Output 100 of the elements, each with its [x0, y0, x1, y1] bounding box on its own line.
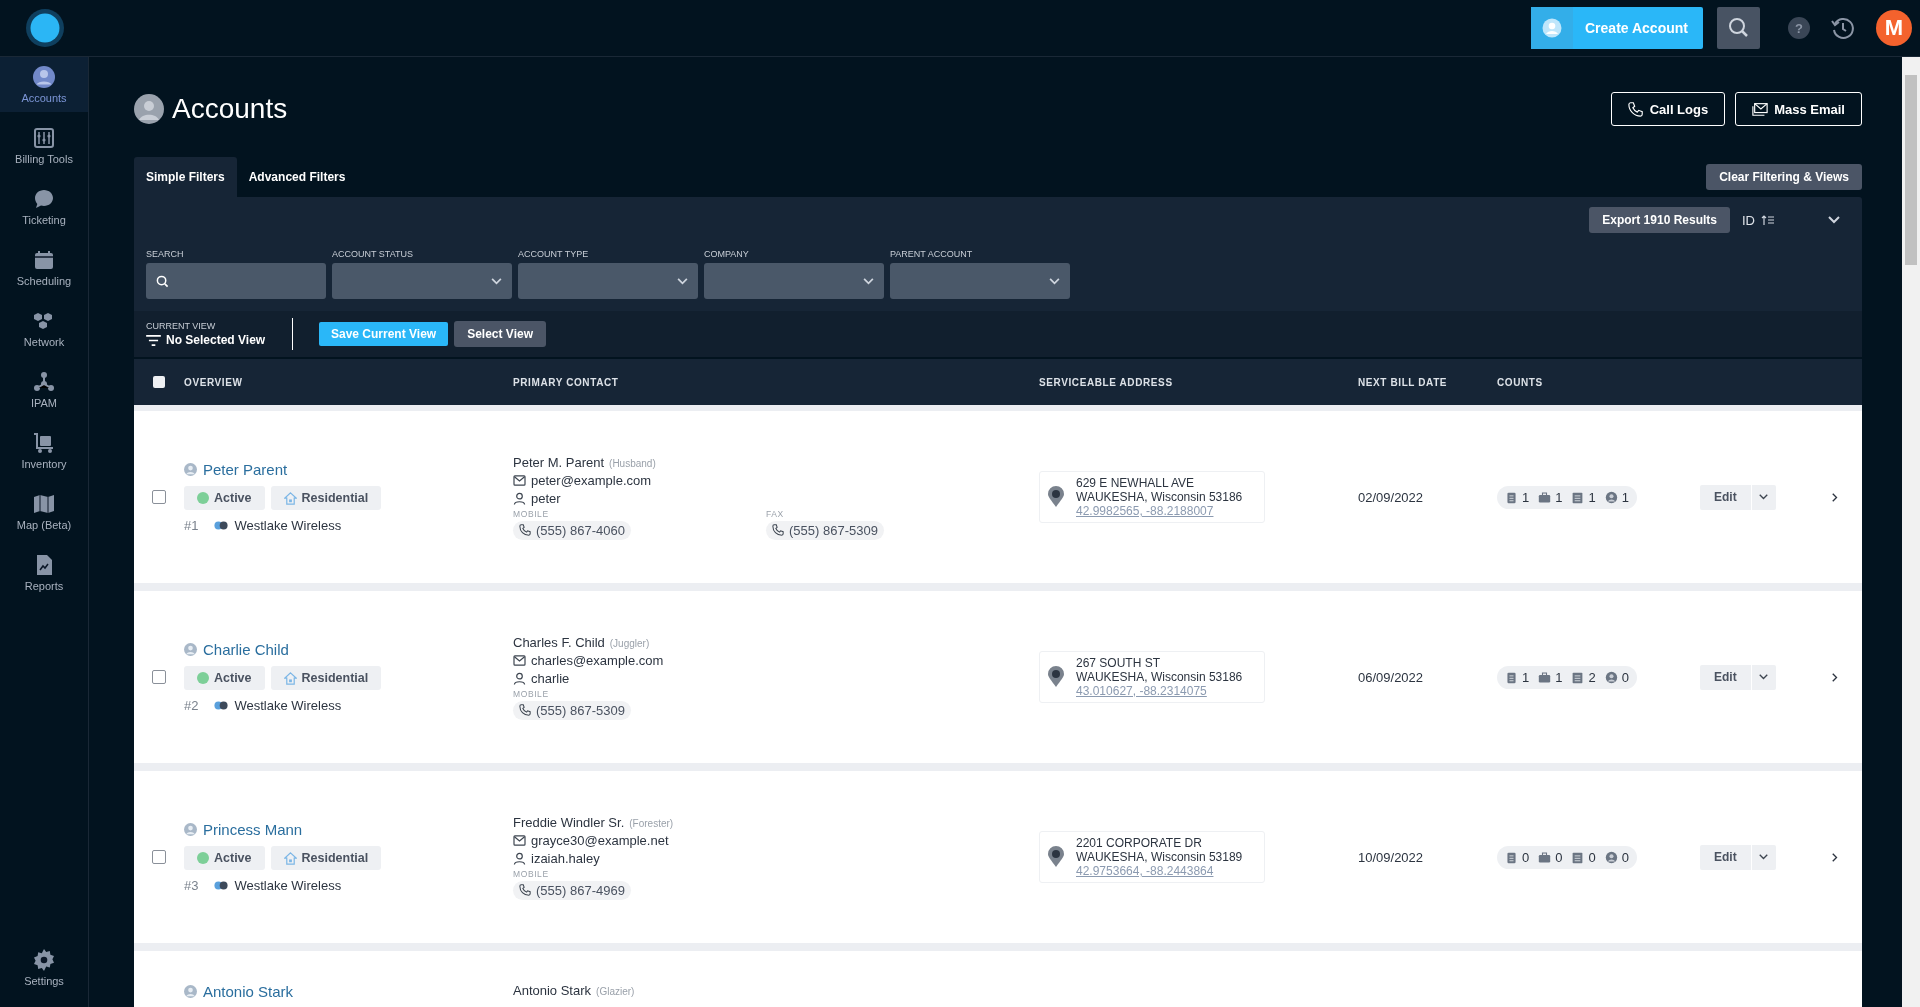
- phone-number[interactable]: (555) 867-4060: [513, 520, 631, 540]
- filter-tab[interactable]: Advanced Filters: [236, 157, 358, 197]
- sidebar-item[interactable]: Map (Beta): [0, 484, 88, 539]
- chevron-down-icon: [1759, 854, 1769, 860]
- contact-name: Freddie Windler Sr.: [513, 814, 625, 830]
- phone-number[interactable]: (555) 867-5309: [766, 520, 884, 540]
- map-pin-icon: [1048, 846, 1064, 868]
- count-value: 0: [1588, 849, 1596, 865]
- search-button[interactable]: [1717, 7, 1760, 49]
- contact-email: grayce30@example.net: [531, 832, 669, 848]
- company-icon: [214, 881, 229, 890]
- address-line: 629 E NEWHALL AVE: [1076, 476, 1196, 490]
- dropdown-field[interactable]: [518, 263, 698, 299]
- field-label: ACCOUNT STATUS: [332, 249, 414, 259]
- sidebar-item[interactable]: Accounts: [0, 57, 88, 112]
- account-name-link[interactable]: Charlie Child: [203, 641, 289, 658]
- count-value: 0: [1621, 849, 1629, 865]
- dropdown-field[interactable]: [332, 263, 512, 299]
- count-value: 0: [1555, 849, 1563, 865]
- phone-number[interactable]: (555) 867-5309: [513, 700, 631, 720]
- sidebar-item[interactable]: Network: [0, 301, 88, 356]
- envelope-icon: [513, 654, 526, 666]
- address-line: 267 SOUTH ST: [1076, 656, 1162, 670]
- company-icon: [214, 701, 229, 710]
- sidebar-item-icon: [32, 65, 56, 89]
- contact-name: Charles F. Child: [513, 634, 605, 650]
- dropdown-field[interactable]: [890, 263, 1070, 299]
- select-view-button[interactable]: Select View: [454, 321, 546, 347]
- phone-label: MOBILE: [513, 688, 549, 699]
- edit-button[interactable]: Edit: [1700, 844, 1751, 870]
- count-value: 1: [1522, 669, 1530, 685]
- chevron-right-icon[interactable]: [1832, 672, 1838, 682]
- sidebar-item[interactable]: IPAM: [0, 362, 88, 417]
- user-icon: [513, 671, 526, 685]
- chevron-down-icon: [1759, 674, 1769, 680]
- count-icon: [1604, 850, 1618, 864]
- count-icon: [1505, 670, 1518, 684]
- next-bill-date: 02/09/2022: [1358, 489, 1424, 505]
- sidebar-item[interactable]: Scheduling: [0, 240, 88, 295]
- phone-number[interactable]: (555) 867-4969: [513, 880, 631, 900]
- count-icon: [1505, 850, 1518, 864]
- envelope-icon: [513, 474, 526, 486]
- count-value: 1: [1555, 669, 1563, 685]
- sidebar-item[interactable]: Ticketing: [0, 179, 88, 234]
- house-icon: [283, 671, 297, 685]
- sidebar-item[interactable]: Billing Tools: [0, 118, 88, 173]
- clear-filtering-button[interactable]: Clear Filtering & Views: [1706, 164, 1862, 190]
- edit-menu-button[interactable]: [1750, 664, 1776, 690]
- contact-role: (Husband): [609, 457, 656, 469]
- mass-email-button[interactable]: Mass Email: [1735, 92, 1862, 126]
- count-icon: [1604, 490, 1618, 504]
- sidebar-item[interactable]: Reports: [0, 545, 88, 600]
- row-checkbox[interactable]: [152, 850, 166, 864]
- logo-icon[interactable]: [25, 8, 65, 48]
- edit-menu-button[interactable]: [1750, 844, 1776, 870]
- edit-button[interactable]: Edit: [1700, 484, 1751, 510]
- status-tag: Active: [184, 666, 265, 690]
- next-bill-date: 06/09/2022: [1358, 669, 1424, 685]
- scrollbar[interactable]: [1902, 57, 1920, 1007]
- select-all-checkbox[interactable]: [153, 376, 165, 388]
- account-number: #3: [184, 878, 199, 893]
- status-dot-icon: [197, 852, 209, 864]
- field-label: PARENT ACCOUNT: [890, 249, 974, 259]
- type-tag: Residential: [270, 486, 382, 510]
- history-icon[interactable]: [1830, 15, 1856, 41]
- settings-item[interactable]: Settings: [0, 940, 88, 995]
- filter-tab[interactable]: Simple Filters: [134, 157, 237, 197]
- sidebar-item[interactable]: Inventory: [0, 423, 88, 478]
- sort-dropdown[interactable]: ID: [1742, 212, 1850, 228]
- phone-label: MOBILE: [513, 508, 549, 519]
- row-checkbox[interactable]: [152, 670, 166, 684]
- search-field[interactable]: [146, 263, 326, 299]
- field-label: COMPANY: [704, 249, 750, 259]
- user-icon: [1542, 18, 1562, 38]
- export-button[interactable]: Export 1910 Results: [1589, 207, 1730, 233]
- chevron-right-icon[interactable]: [1832, 492, 1838, 502]
- sort-icon: [1761, 214, 1775, 226]
- contact-email: peter@example.com: [531, 472, 652, 488]
- address-line: WAUKESHA, Wisconsin 53189: [1076, 850, 1243, 864]
- account-name-link[interactable]: Peter Parent: [203, 461, 288, 478]
- call-logs-button[interactable]: Call Logs: [1610, 92, 1726, 126]
- envelope-icon: [513, 834, 526, 846]
- account-name-link[interactable]: Antonio Stark: [203, 983, 294, 1000]
- contact-name: Peter M. Parent: [513, 454, 605, 470]
- sidebar-item-icon: [32, 370, 56, 394]
- dropdown-field[interactable]: [704, 263, 884, 299]
- account-number: #2: [184, 698, 199, 713]
- edit-menu-button[interactable]: [1750, 484, 1776, 510]
- address-line: 2201 CORPORATE DR: [1076, 836, 1203, 850]
- chevron-down-icon: [677, 277, 688, 285]
- phone-icon: [1627, 101, 1644, 117]
- count-value: 0: [1522, 849, 1530, 865]
- row-checkbox[interactable]: [152, 490, 166, 504]
- edit-button[interactable]: Edit: [1700, 664, 1751, 690]
- person-icon: [184, 823, 197, 836]
- account-name-link[interactable]: Princess Mann: [203, 821, 303, 838]
- sidebar-item-icon: [32, 248, 56, 272]
- status-tag: Active: [184, 486, 265, 510]
- chevron-right-icon[interactable]: [1832, 852, 1838, 862]
- count-icon: [1538, 670, 1552, 684]
